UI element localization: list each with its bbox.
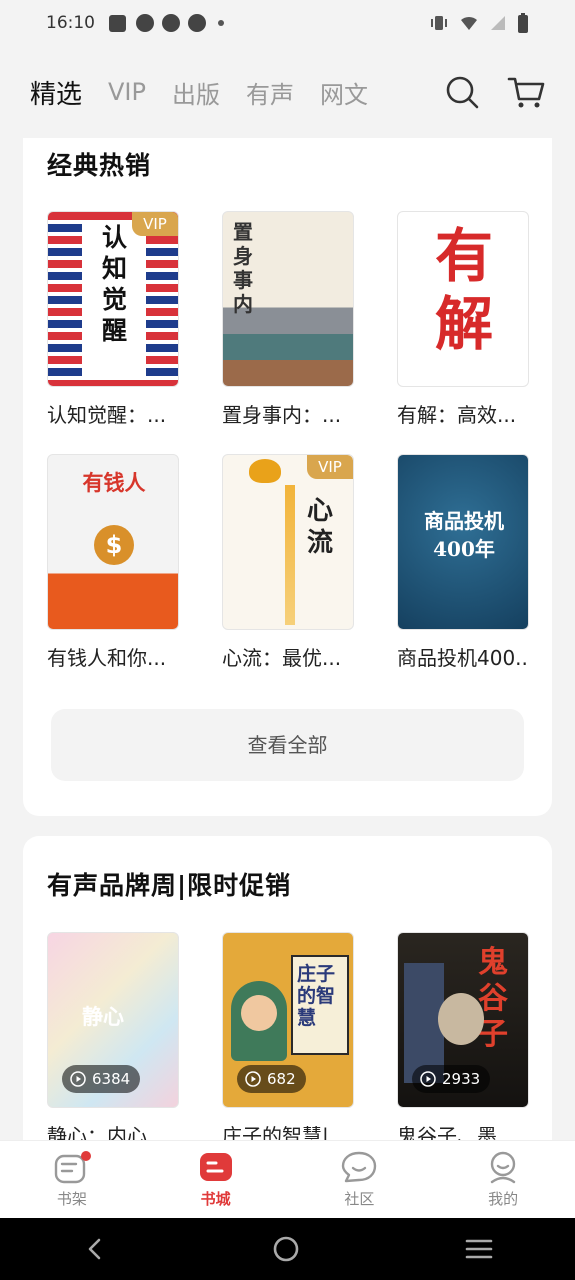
book-cover[interactable]: 心流 VIP: [222, 454, 354, 630]
cover-title: 有解: [434, 222, 493, 358]
section-title: 有声品牌周|限时促销: [47, 871, 292, 900]
home-icon[interactable]: [272, 1235, 300, 1263]
vip-badge: VIP: [132, 212, 178, 236]
menu-icon[interactable]: [465, 1237, 493, 1261]
book-title: 置身事内：...: [222, 403, 342, 427]
play-count-badge: 2933: [412, 1065, 491, 1093]
cover-title: 心流: [307, 496, 334, 558]
book-cover[interactable]: 商品投机400年: [397, 454, 529, 630]
more-notifications-icon: [218, 20, 224, 26]
tab-web-novel[interactable]: 网文: [320, 75, 368, 110]
book-cover[interactable]: 置身事内: [222, 211, 354, 387]
play-count: 6384: [92, 1070, 131, 1088]
book-title: 心流：最优...: [222, 646, 342, 670]
book-title: 商品投机400...: [397, 646, 529, 670]
tab-label: 书架: [56, 1190, 87, 1208]
tab-vip[interactable]: VIP: [108, 78, 146, 106]
notification-icon: [136, 14, 154, 32]
section-title: 经典热销: [47, 151, 152, 180]
cover-title: 庄子的智慧: [297, 963, 336, 1029]
book-title: 认知觉醒：...: [47, 403, 167, 427]
tab-featured[interactable]: 精选: [30, 74, 82, 111]
book-title: 有解：高效...: [397, 403, 517, 427]
play-count-badge: 682: [237, 1065, 306, 1093]
book-cover[interactable]: 庄子的智慧 682: [222, 932, 354, 1108]
wifi-icon: [461, 16, 477, 30]
cover-title: 静心: [82, 1004, 124, 1029]
notification-icon: [162, 14, 180, 32]
cover-title: 置身事内: [233, 220, 253, 316]
book-item[interactable]: 有钱人 $ 有钱人和你...: [47, 454, 179, 671]
profile-icon: [490, 1151, 516, 1184]
classic-bestsellers-card: 经典热销 认知觉醒 VIP 认知觉醒：... 置身事内 置身事内：... 有解 …: [23, 138, 552, 816]
book-cover[interactable]: 鬼谷子 2933: [397, 932, 529, 1108]
status-bar: 16:10: [0, 0, 575, 46]
book-cover[interactable]: 有钱人 $: [47, 454, 179, 630]
audio-promo-card: 有声品牌周|限时促销 静心 6384 静心：内心... 庄子的智慧 682 庄子…: [23, 836, 552, 1156]
search-icon[interactable]: [445, 75, 479, 109]
bookstore-icon: [199, 1153, 232, 1181]
book-item[interactable]: 认知觉醒 VIP 认知觉醒：...: [47, 211, 179, 428]
cart-icon[interactable]: [507, 75, 545, 109]
audiobook-item[interactable]: 庄子的智慧 682 庄子的智慧|...: [222, 932, 354, 1149]
book-item[interactable]: 置身事内 置身事内：...: [222, 211, 354, 428]
cover-title: 有钱人: [82, 470, 146, 495]
tab-label: 社区: [344, 1190, 375, 1208]
vibrate-icon: [431, 16, 447, 30]
dollar-icon: $: [94, 525, 134, 565]
cover-title: 认知觉醒: [102, 223, 128, 345]
book-title: 有钱人和你...: [47, 646, 167, 670]
community-icon: [342, 1151, 377, 1183]
tab-community[interactable]: 社区: [288, 1141, 432, 1218]
back-icon[interactable]: [83, 1237, 107, 1261]
notification-icon: [188, 14, 206, 32]
top-nav: 精选 VIP 出版 有声 网文: [0, 46, 575, 138]
vip-badge: VIP: [307, 455, 353, 479]
play-icon: [245, 1071, 261, 1087]
bottom-tab-bar: 书架 书城 社区 我的: [0, 1140, 575, 1218]
book-cover[interactable]: 静心 6384: [47, 932, 179, 1108]
audiobook-item[interactable]: 静心 6384 静心：内心...: [47, 932, 179, 1149]
cover-title: 商品投机400年: [424, 509, 504, 561]
message-icon: [109, 14, 126, 32]
audiobook-item[interactable]: 鬼谷子 2933 鬼谷子、墨...: [397, 932, 529, 1149]
bookshelf-icon: [54, 1151, 91, 1184]
play-icon: [420, 1071, 436, 1087]
tab-label: 书城: [200, 1190, 231, 1208]
book-item[interactable]: 商品投机400年 商品投机400...: [397, 454, 529, 671]
status-time: 16:10: [46, 13, 95, 33]
tab-bookstore[interactable]: 书城: [144, 1141, 288, 1218]
tab-bookshelf[interactable]: 书架: [0, 1141, 144, 1218]
book-item[interactable]: 有解 有解：高效...: [397, 211, 529, 428]
book-cover[interactable]: 有解: [397, 211, 529, 387]
play-count: 682: [267, 1070, 296, 1088]
play-count-badge: 6384: [62, 1065, 141, 1093]
view-all-button[interactable]: 查看全部: [51, 709, 524, 781]
play-count: 2933: [442, 1070, 481, 1088]
tab-profile[interactable]: 我的: [431, 1141, 575, 1218]
tab-audio[interactable]: 有声: [246, 75, 294, 110]
book-cover[interactable]: 认知觉醒 VIP: [47, 211, 179, 387]
cover-title: 鬼谷子: [478, 945, 508, 1052]
tab-published[interactable]: 出版: [172, 75, 220, 110]
battery-icon: [518, 13, 528, 33]
signal-icon: [491, 16, 505, 30]
play-icon: [70, 1071, 86, 1087]
system-nav-bar: [0, 1218, 575, 1280]
tab-label: 我的: [488, 1190, 519, 1208]
book-item[interactable]: 心流 VIP 心流：最优...: [222, 454, 354, 671]
